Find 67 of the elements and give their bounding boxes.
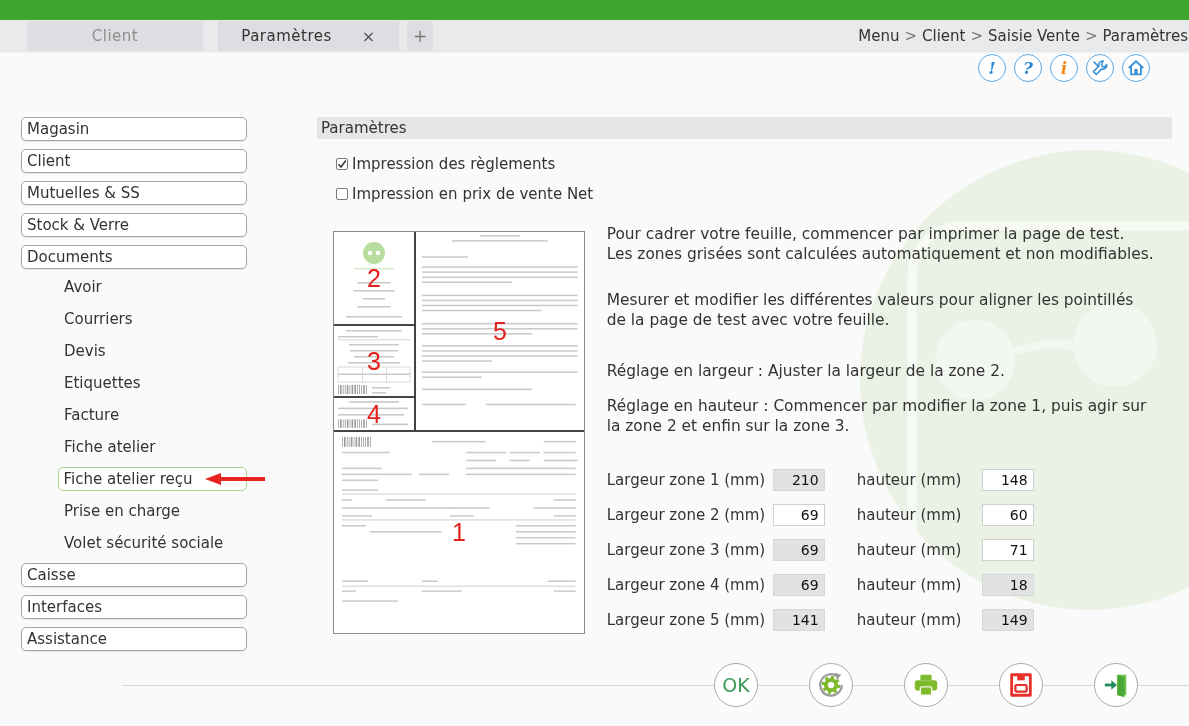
number-field[interactable]: 69 xyxy=(772,504,825,526)
close-button[interactable]: × xyxy=(361,26,376,46)
section-header: Paramètres xyxy=(317,117,1172,139)
checkbox[interactable] xyxy=(336,158,348,170)
reset-button[interactable] xyxy=(809,663,853,707)
sidebar-item[interactable]: Magasin xyxy=(21,117,247,141)
instruction-text: Réglage en hauteur : Commencer par modifier la zone 1, puis agir sur la zone 2 et enfin sur la zone 3. xyxy=(606,396,1148,436)
number-field[interactable]: 148 xyxy=(981,469,1034,491)
zone-number: 3 xyxy=(367,348,381,374)
zone-number: 5 xyxy=(492,318,507,344)
sidebar-subitem[interactable]: Avoir xyxy=(58,275,108,299)
tools-button[interactable] xyxy=(1086,54,1114,82)
wrench-icon xyxy=(1091,59,1109,77)
home-button[interactable] xyxy=(1122,54,1150,82)
field-label: Largeur zone 4 (mm) xyxy=(606,576,767,594)
breadcrumb-link[interactable]: Menu xyxy=(858,27,900,45)
sidebar-item[interactable]: Stock & Verre xyxy=(21,213,247,237)
sidebar-subitem[interactable]: Fiche atelier reçu xyxy=(58,467,247,491)
breadcrumb-link[interactable]: Paramètres xyxy=(1102,27,1188,45)
zone-number: 4 xyxy=(367,401,381,427)
field-label: hauteur (mm) xyxy=(856,471,963,489)
sidebar-subitem[interactable]: Etiquettes xyxy=(58,371,147,395)
field-label: hauteur (mm) xyxy=(856,576,963,594)
zone-number: 2 xyxy=(367,265,381,291)
sidebar-item[interactable]: Assistance xyxy=(21,627,247,651)
sidebar-item[interactable]: Mutuelles & SS xyxy=(21,181,247,205)
sidebar-item[interactable]: Client xyxy=(21,149,247,173)
sidebar-item[interactable]: Caisse xyxy=(21,563,247,587)
checkbox-label[interactable]: Impression des règlements xyxy=(352,155,556,173)
number-field[interactable]: 60 xyxy=(981,504,1034,526)
breadcrumb-link[interactable]: Client xyxy=(922,27,966,45)
sidebar-item[interactable]: Interfaces xyxy=(21,595,247,619)
sidebar-subitem[interactable]: Facture xyxy=(58,403,126,427)
sidebar-item[interactable]: Documents xyxy=(21,245,247,269)
checkmark-icon xyxy=(337,159,347,169)
field-label: hauteur (mm) xyxy=(856,506,963,524)
field-label: Largeur zone 2 (mm) xyxy=(606,506,767,524)
home-icon xyxy=(1127,59,1145,77)
instruction-text: Mesurer et modifier les différentes valeurs pour aligner les pointillés de la page de test avec votre feuille. xyxy=(606,290,1135,330)
ok-button[interactable]: OK xyxy=(714,663,758,707)
field-label: hauteur (mm) xyxy=(856,611,963,629)
breadcrumb-link[interactable]: Saisie Vente xyxy=(988,27,1080,45)
sidebar-subitem[interactable]: Volet sécurité sociale xyxy=(58,531,230,555)
instruction-text: Pour cadrer votre feuille, commencer par imprimer la page de test. Les zones grisées sont calculées automatiquement et non modifiables. xyxy=(606,224,1155,264)
gear-refresh-icon xyxy=(817,671,845,699)
instruction-text: Réglage en largeur : Ajuster la largeur de la zone 2. xyxy=(606,361,1006,381)
sidebar-subitem[interactable]: Devis xyxy=(58,339,112,363)
field-label: Largeur zone 1 (mm) xyxy=(606,471,767,489)
breadcrumb-separator: > xyxy=(904,27,918,45)
field-label: Largeur zone 3 (mm) xyxy=(606,541,767,559)
breadcrumb-separator: > xyxy=(970,27,984,45)
help-button[interactable]: ? xyxy=(1014,54,1042,82)
field-label: hauteur (mm) xyxy=(856,541,963,559)
checkbox[interactable] xyxy=(336,188,348,200)
tab[interactable]: Paramètres × xyxy=(218,21,399,51)
exit-button[interactable] xyxy=(1094,663,1138,707)
breadcrumb-separator: > xyxy=(1084,27,1098,45)
save-button[interactable] xyxy=(999,663,1043,707)
field-label: Largeur zone 5 (mm) xyxy=(606,611,767,629)
print-button[interactable] xyxy=(904,663,948,707)
sidebar-subitem[interactable]: Courriers xyxy=(58,307,139,331)
checkbox-label[interactable]: Impression en prix de vente Net xyxy=(352,185,594,203)
sidebar-subitem[interactable]: Prise en charge xyxy=(58,499,187,523)
zone-number: 1 xyxy=(451,520,466,545)
number-field[interactable]: 71 xyxy=(981,539,1034,561)
alert-button[interactable]: ! xyxy=(978,54,1006,82)
sidebar-subitem[interactable]: Fiche atelier xyxy=(58,435,162,459)
